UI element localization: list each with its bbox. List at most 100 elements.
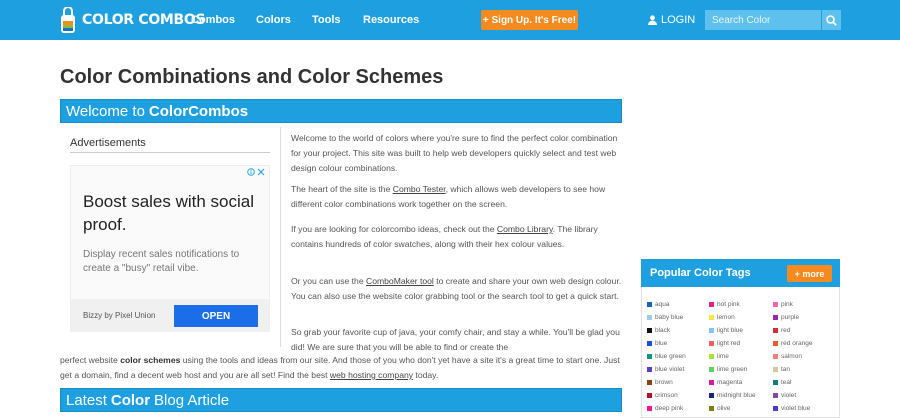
color-tag[interactable]: midnight blue — [709, 391, 773, 400]
login-link[interactable]: LOGIN — [648, 0, 695, 40]
color-tag[interactable]: blue green — [647, 352, 709, 361]
color-tag[interactable]: lime green — [709, 365, 773, 374]
text: perfect website — [60, 355, 121, 365]
color-swatch — [647, 341, 652, 346]
popular-tags-title: Popular Color Tags — [650, 267, 751, 279]
color-tag-label: crimson — [655, 392, 678, 399]
color-tag[interactable]: blue violet — [647, 365, 709, 374]
color-tag[interactable]: brown — [647, 378, 709, 387]
color-swatch — [773, 393, 778, 398]
combo-library-link[interactable]: Combo Library — [497, 224, 553, 234]
color-tag-label: magenta — [717, 379, 743, 386]
paint-bucket-icon — [60, 5, 76, 34]
search-button[interactable] — [821, 10, 841, 30]
blog-prefix: Latest — [66, 391, 107, 409]
color-tag-label: black — [655, 327, 671, 334]
color-tag[interactable]: pink — [773, 300, 837, 309]
color-tag[interactable]: lime — [709, 352, 773, 361]
color-tag-label: salmon — [781, 353, 802, 360]
color-tag-label: teal — [781, 379, 792, 386]
color-swatch — [647, 380, 652, 385]
combomaker-link[interactable]: ComboMaker tool — [366, 276, 434, 286]
color-swatch — [647, 406, 652, 411]
color-tag[interactable]: lemon — [709, 313, 773, 322]
ad-body: Display recent sales notifications to cr… — [83, 249, 240, 274]
search-input[interactable] — [705, 10, 821, 30]
color-tag[interactable]: magenta — [709, 378, 773, 387]
advertisements-label: Advertisements — [70, 137, 146, 149]
color-swatch — [773, 367, 778, 372]
signup-button[interactable]: + Sign Up. It's Free! — [481, 10, 578, 30]
ad-choices[interactable] — [247, 168, 265, 176]
nav-tools[interactable]: Tools — [312, 0, 341, 40]
text: today. — [413, 370, 439, 380]
welcome-prefix: Welcome to — [66, 102, 145, 120]
nav-resources[interactable]: Resources — [363, 0, 419, 40]
color-swatch — [709, 341, 714, 346]
combo-tester-link[interactable]: Combo Tester — [393, 184, 446, 194]
color-tag-label: olive — [717, 405, 731, 412]
color-tag-label: blue green — [655, 353, 686, 360]
color-tag[interactable]: salmon — [773, 352, 837, 361]
color-tag[interactable]: violet blue — [773, 404, 837, 413]
bold-text: color schemes — [120, 355, 181, 365]
color-tag[interactable]: tan — [773, 365, 837, 374]
color-swatch — [709, 406, 714, 411]
color-swatch — [647, 315, 652, 320]
ad-info-icon — [247, 168, 255, 176]
web-hosting-link[interactable]: web hosting company — [330, 370, 413, 380]
more-tags-button[interactable]: + more — [787, 265, 832, 282]
color-tag[interactable]: aqua — [647, 300, 709, 309]
color-tag-label: red — [781, 327, 791, 334]
color-tag[interactable]: deep pink — [647, 404, 709, 413]
color-tag[interactable]: violet — [773, 391, 837, 400]
ad-footer: Bizzy by Pixel Union OPEN — [71, 299, 269, 332]
blog-section-header: Latest Color Blog Article — [60, 388, 622, 412]
ad-open-button[interactable]: OPEN — [174, 305, 258, 327]
color-swatch — [709, 302, 714, 307]
color-tag-label: hot pink — [717, 301, 740, 308]
color-tag[interactable]: olive — [709, 404, 773, 413]
color-tag[interactable]: purple — [773, 313, 837, 322]
color-tag-label: light red — [717, 340, 741, 347]
color-swatch — [773, 380, 778, 385]
color-tag[interactable]: red orange — [773, 339, 837, 348]
site-logo[interactable]: COLOR COMBOS — [60, 5, 206, 34]
color-tag[interactable]: black — [647, 326, 709, 335]
combomaker-paragraph: Or you can use the ComboMaker tool to cr… — [291, 274, 622, 304]
nav-combos[interactable]: Combos — [191, 0, 235, 40]
color-tag[interactable]: light red — [709, 339, 773, 348]
color-swatch — [773, 315, 778, 320]
color-tag-label: red orange — [781, 340, 813, 347]
color-swatch — [709, 380, 714, 385]
color-tag[interactable]: red — [773, 326, 837, 335]
color-swatch — [773, 341, 778, 346]
color-tag[interactable]: hot pink — [709, 300, 773, 309]
color-tag-label: baby blue — [655, 314, 684, 321]
color-tag-label: lime green — [717, 366, 748, 373]
closing-paragraph-start: So grab your favorite cup of java, your … — [291, 327, 620, 352]
closing-paragraph-end: perfect website color schemes using the … — [60, 353, 622, 383]
color-swatch — [773, 302, 778, 307]
color-tag[interactable]: crimson — [647, 391, 709, 400]
color-tag[interactable]: teal — [773, 378, 837, 387]
logo-text: COLOR COMBOS — [82, 12, 206, 28]
color-tag[interactable]: light blue — [709, 326, 773, 335]
page-title: Color Combinations and Color Schemes — [60, 66, 444, 88]
blog-suffix: Blog Article — [154, 391, 230, 409]
color-tag[interactable]: baby blue — [647, 313, 709, 322]
color-tag[interactable]: blue — [647, 339, 709, 348]
welcome-section-header: Welcome to ColorCombos — [60, 99, 622, 123]
color-tag-label: lemon — [717, 314, 735, 321]
color-tag-label: deep pink — [655, 405, 684, 412]
color-swatch — [773, 354, 778, 359]
ad-banner[interactable]: Boost sales with social proof. Display r… — [70, 165, 270, 332]
text: Or you can use the — [291, 276, 366, 286]
color-swatch — [709, 315, 714, 320]
color-swatch — [647, 367, 652, 372]
color-tag-label: midnight blue — [717, 392, 756, 399]
color-swatch — [709, 354, 714, 359]
nav-colors[interactable]: Colors — [256, 0, 291, 40]
close-icon — [257, 168, 265, 176]
column-divider — [280, 127, 281, 347]
